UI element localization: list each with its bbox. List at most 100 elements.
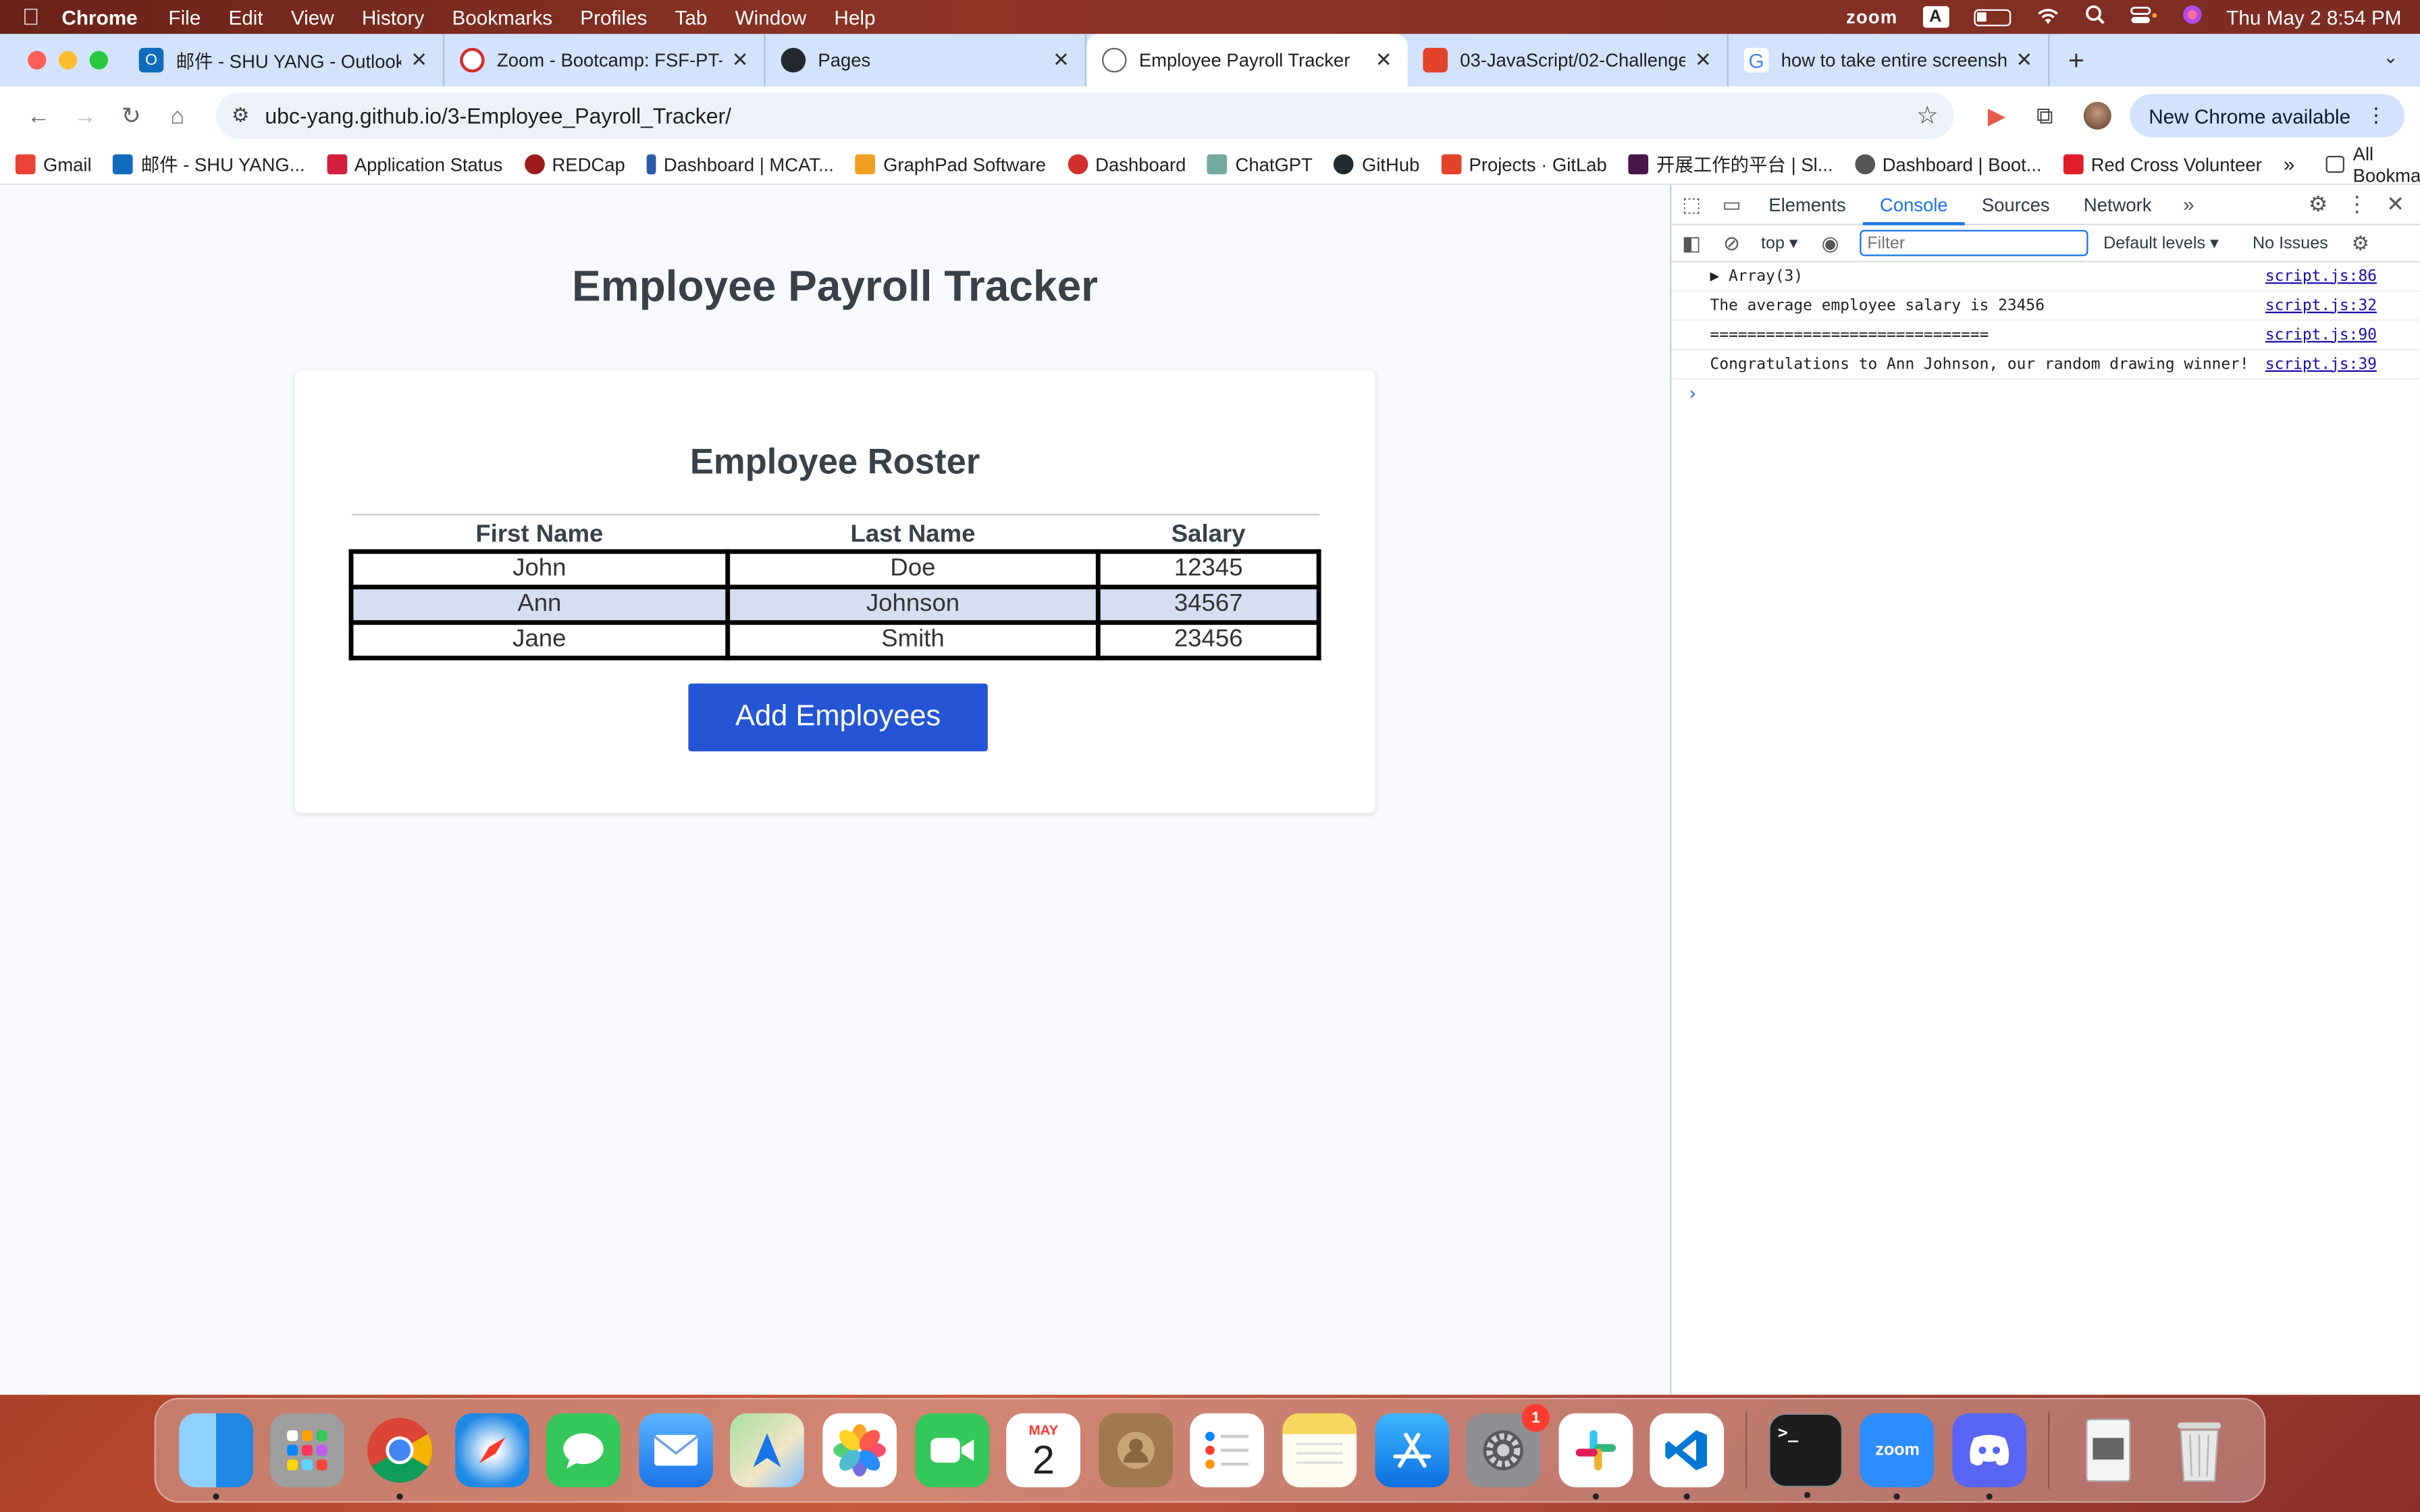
bookmark-outlook[interactable]: 邮件 - SHU YANG... <box>113 151 305 178</box>
menu-app-name[interactable]: Chrome <box>61 5 137 28</box>
dock-maps[interactable] <box>730 1413 805 1488</box>
more-tabs-chevron-icon[interactable]: » <box>2169 193 2209 216</box>
menu-view[interactable]: View <box>291 5 334 28</box>
bookmark-github[interactable]: GitHub <box>1334 153 1419 175</box>
tab-gitlab-challenge[interactable]: 03-JavaScript/02-Challenge ✕ <box>1408 34 1729 86</box>
dock-vscode[interactable] <box>1650 1413 1725 1500</box>
console-source-link[interactable]: script.js:39 <box>2265 356 2420 373</box>
extension-icon[interactable]: ▶ <box>1988 102 2005 130</box>
profile-avatar[interactable] <box>2084 101 2112 130</box>
new-chrome-available-button[interactable]: New Chrome available ⋮ <box>2130 94 2405 138</box>
close-tab-icon[interactable]: ✕ <box>1053 48 1070 73</box>
bookmark-chatgpt[interactable]: ChatGPT <box>1207 153 1313 175</box>
dock-finder[interactable] <box>178 1413 253 1500</box>
tab-console[interactable]: Console <box>1862 184 1965 225</box>
siri-icon[interactable] <box>2182 5 2202 30</box>
extensions-puzzle-icon[interactable]: ⧉ <box>2036 103 2053 129</box>
inspect-element-icon[interactable]: ⬚ <box>1671 192 1711 217</box>
bookmark-application-status[interactable]: Application Status <box>326 153 502 175</box>
dock-mail[interactable] <box>638 1413 713 1488</box>
device-toolbar-icon[interactable]: ▭ <box>1712 192 1752 217</box>
close-tab-icon[interactable]: ✕ <box>2016 48 2032 73</box>
bookmark-gmail[interactable]: Gmail <box>15 153 92 175</box>
tab-sources[interactable]: Sources <box>1965 184 2067 224</box>
clear-console-icon[interactable]: ⊘ <box>1712 231 1752 256</box>
zoom-status-item[interactable]: zoom <box>1846 6 1897 28</box>
tab-employee-payroll-tracker[interactable]: Employee Payroll Tracker ✕ <box>1086 34 1408 86</box>
address-bar[interactable]: ⚙ ubc-yang.github.io/3-Employee_Payroll_… <box>215 92 1954 139</box>
close-window-button[interactable] <box>28 51 47 70</box>
url-text[interactable]: ubc-yang.github.io/3-Employee_Payroll_Tr… <box>265 103 731 128</box>
settings-gear-icon[interactable]: ⚙ <box>2309 191 2328 217</box>
forward-arrow-icon[interactable]: → <box>61 103 108 129</box>
console-settings-gear-icon[interactable]: ⚙ <box>2340 231 2380 256</box>
close-tab-icon[interactable]: ✕ <box>732 48 749 73</box>
dock-launchpad[interactable] <box>270 1413 345 1488</box>
menu-bookmarks[interactable]: Bookmarks <box>452 5 552 28</box>
spotlight-search-icon[interactable] <box>2084 5 2105 30</box>
home-icon[interactable]: ⌂ <box>155 103 201 129</box>
bookmark-dashboard[interactable]: Dashboard <box>1068 153 1186 175</box>
all-bookmarks-button[interactable]: All Bookmarks <box>2325 142 2420 186</box>
dock-terminal[interactable]: >_ <box>1768 1413 1843 1498</box>
dock-calendar[interactable]: MAY 2 <box>1006 1413 1081 1488</box>
sidebar-toggle-icon[interactable]: ◧ <box>1671 231 1711 256</box>
column-header-first-name[interactable]: First Name <box>351 514 728 551</box>
dock-reminders[interactable] <box>1190 1413 1265 1488</box>
bookmark-red-cross[interactable]: Red Cross Volunteer <box>2063 153 2262 175</box>
bookmark-slack[interactable]: 开展工作的平台 | Sl... <box>1628 151 1833 178</box>
console-source-link[interactable]: script.js:32 <box>2265 297 2420 314</box>
dock-contacts[interactable] <box>1098 1413 1173 1488</box>
console-message[interactable]: ▶ Array(3) <box>1710 268 2265 285</box>
menu-tab[interactable]: Tab <box>675 5 707 28</box>
log-levels-dropdown[interactable]: Default levels ▾ <box>2103 233 2219 252</box>
dock-system-settings[interactable]: 1 <box>1466 1403 1550 1488</box>
dock-messages[interactable] <box>546 1413 621 1488</box>
tab-search-chevron-icon[interactable]: ⌄ <box>2383 47 2398 68</box>
tab-elements[interactable]: Elements <box>1752 184 1863 224</box>
bookmark-redcap[interactable]: REDCap <box>524 153 625 175</box>
context-selector[interactable]: top ▾ <box>1761 233 1798 252</box>
column-header-last-name[interactable]: Last Name <box>728 514 1099 551</box>
menu-edit[interactable]: Edit <box>228 5 263 28</box>
dock-trash[interactable] <box>2163 1413 2237 1488</box>
console-filter-input[interactable] <box>1859 230 2088 256</box>
dock-safari[interactable] <box>454 1413 529 1488</box>
bookmark-gitlab-projects[interactable]: Projects · GitLab <box>1441 153 1607 175</box>
add-employees-button[interactable]: Add Employees <box>688 683 988 752</box>
reload-icon[interactable]: ↻ <box>108 102 155 130</box>
input-source-icon[interactable]: A <box>1922 6 1949 28</box>
menu-window[interactable]: Window <box>735 5 807 28</box>
dock-chrome[interactable] <box>363 1413 437 1500</box>
control-center-icon[interactable] <box>2129 5 2157 30</box>
minimize-window-button[interactable] <box>58 51 78 70</box>
dock-app-store[interactable] <box>1374 1413 1449 1488</box>
tab-google-search[interactable]: G how to take entire screensho ✕ <box>1729 34 2050 86</box>
dock-notes[interactable] <box>1282 1413 1357 1488</box>
close-tab-icon[interactable]: ✕ <box>1375 48 1392 73</box>
bookmark-graphpad[interactable]: GraphPad Software <box>855 153 1046 175</box>
bookmark-mcat-dashboard[interactable]: Dashboard | MCAT... <box>646 153 834 175</box>
apple-menu-icon[interactable]:  <box>0 4 61 30</box>
dock-facetime[interactable] <box>914 1413 989 1488</box>
eye-icon[interactable]: ◉ <box>1810 231 1850 256</box>
close-tab-icon[interactable]: ✕ <box>1695 48 1712 73</box>
wifi-icon[interactable] <box>2035 5 2060 30</box>
clock[interactable]: Thu May 2 8:54 PM <box>2226 5 2401 28</box>
console-source-link[interactable]: script.js:90 <box>2265 326 2420 343</box>
close-tab-icon[interactable]: ✕ <box>411 48 427 73</box>
dock-preview[interactable] <box>2071 1413 2145 1488</box>
tab-zoom[interactable]: Zoom - Bootcamp: FSF-PT-W ✕ <box>444 34 766 86</box>
dock-slack[interactable] <box>1558 1413 1633 1500</box>
column-header-salary[interactable]: Salary <box>1098 514 1319 551</box>
menu-help[interactable]: Help <box>834 5 875 28</box>
menu-history[interactable]: History <box>362 5 424 28</box>
more-bookmarks-chevron-icon[interactable]: » <box>2284 153 2295 176</box>
console-source-link[interactable]: script.js:86 <box>2265 268 2420 285</box>
issues-counter[interactable]: No Issues <box>2253 234 2328 252</box>
battery-icon[interactable] <box>1973 8 2011 26</box>
tab-outlook[interactable]: O 邮件 - SHU YANG - Outlook ✕ <box>124 34 445 86</box>
fullscreen-window-button[interactable] <box>89 51 108 70</box>
menu-profiles[interactable]: Profiles <box>580 5 647 28</box>
dock-zoom[interactable]: zoom <box>1860 1413 1935 1500</box>
